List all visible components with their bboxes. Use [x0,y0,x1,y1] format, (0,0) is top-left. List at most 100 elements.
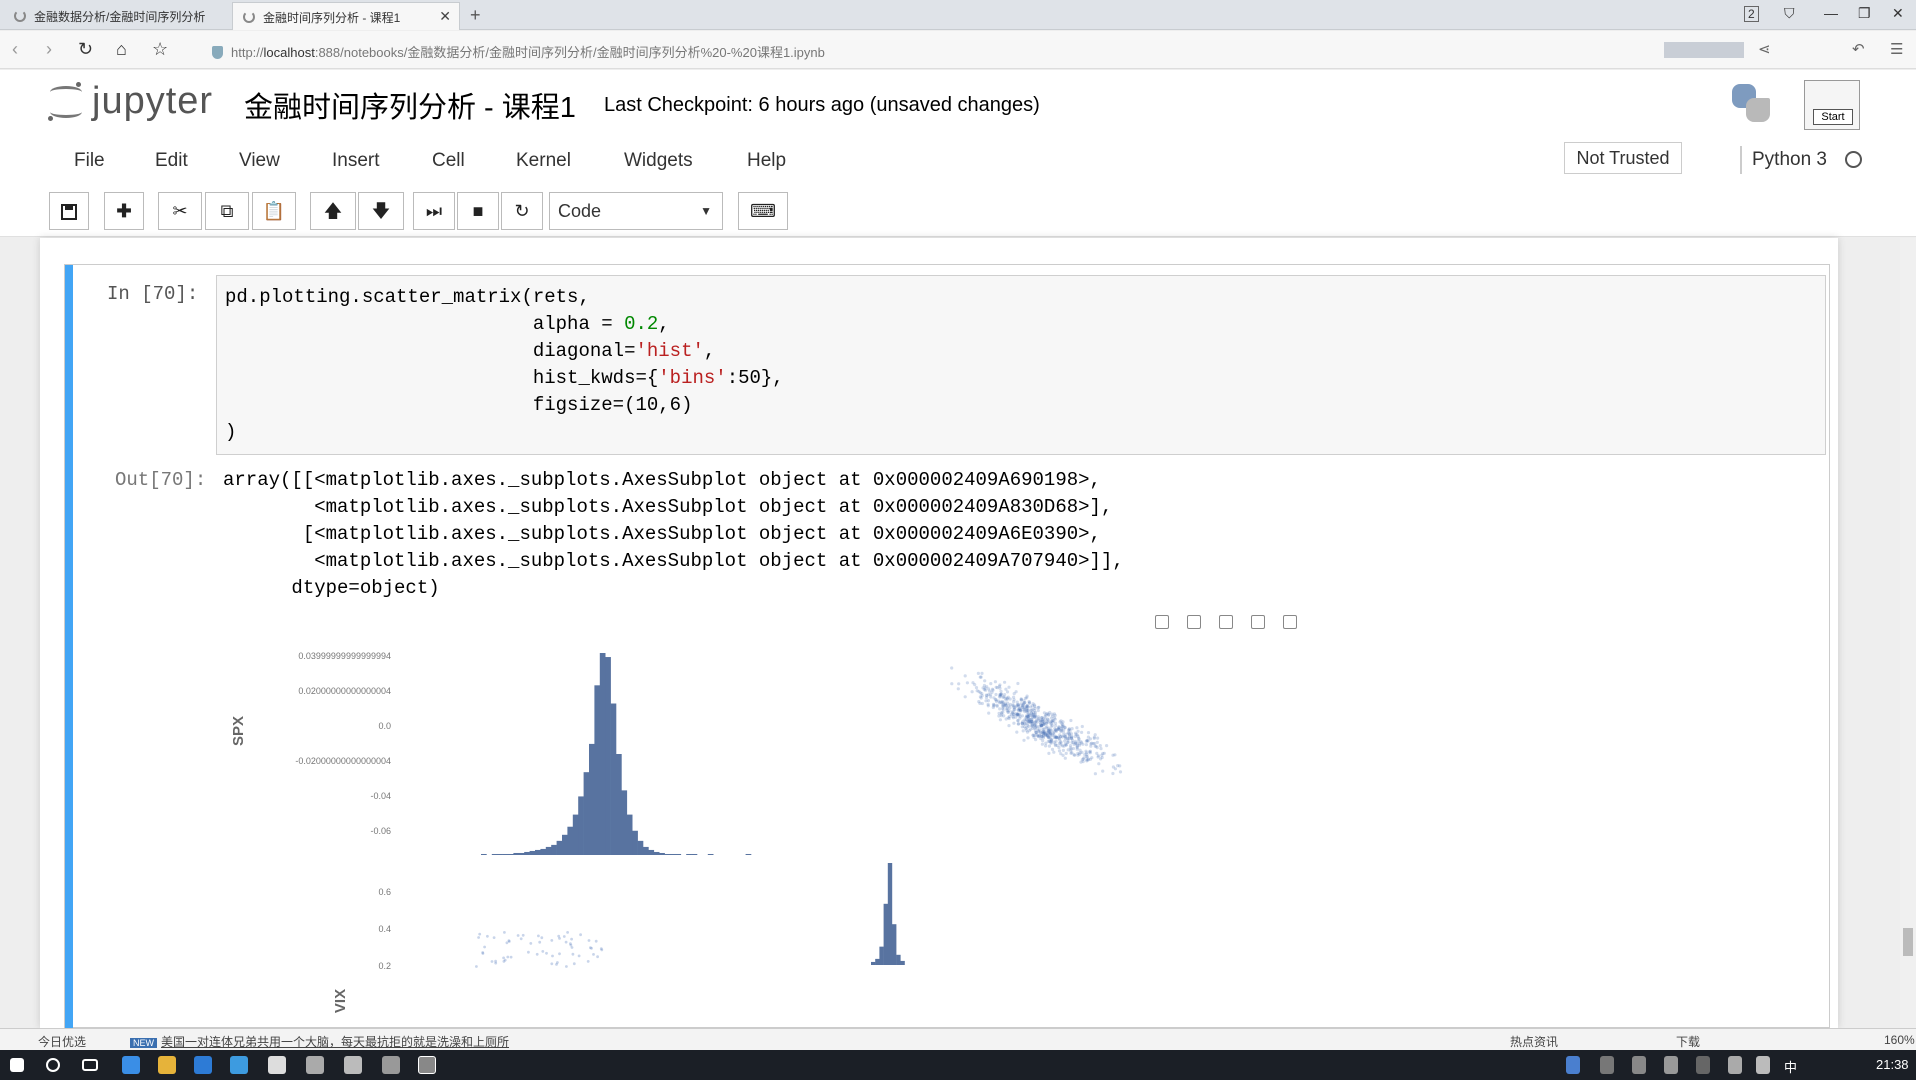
copy-icon[interactable] [1155,615,1169,629]
jupyter-brand[interactable]: jupyter [92,80,213,123]
new-tab-icon[interactable]: + [470,5,481,26]
menu-kernel[interactable]: Kernel [516,150,571,172]
menu-icon[interactable]: ☰ [1890,40,1903,58]
task-view-icon[interactable] [82,1059,98,1071]
back-icon[interactable]: ‹ [12,39,18,60]
menu-file[interactable]: File [74,150,105,172]
volume-icon[interactable] [1756,1056,1770,1074]
kernel-name[interactable]: Python 3 [1740,146,1827,174]
save-icon[interactable] [1219,615,1233,629]
cell-type-select[interactable]: Code ▼ [549,192,723,230]
download-link[interactable]: 下载 [1676,1033,1700,1050]
input-language[interactable]: 中 [1784,1057,1797,1076]
search-box[interactable] [1664,42,1744,58]
scatter-point [1026,736,1030,740]
scatter-point [1012,695,1016,699]
move-up-button[interactable]: 🡅 [310,192,356,230]
menu-widgets[interactable]: Widgets [624,150,693,172]
save-button[interactable] [49,192,89,230]
scatter-point [1050,747,1055,751]
undo-icon[interactable]: ↶ [1852,40,1865,58]
page-scrollbar[interactable] [1900,238,1916,1028]
url-field[interactable]: http://localhost:888/notebooks/金融数据分析/金融… [212,42,825,61]
cut-button[interactable]: ✂ [158,192,202,230]
gear-icon[interactable] [1283,615,1297,629]
scatter-point [1044,722,1048,726]
scatter-point [550,962,554,966]
explorer-app-icon[interactable] [158,1056,176,1074]
save-icon [61,204,77,221]
tab-count-badge[interactable]: 2 [1744,6,1759,22]
code-number: 0.2 [624,313,659,335]
clock[interactable]: 21:38 [1876,1057,1909,1072]
app-icon[interactable] [230,1056,248,1074]
today-picks[interactable]: 今日优选 [38,1033,86,1050]
command-palette-button[interactable]: ⌨ [738,192,788,230]
bottom-row-ticks: 0.6 0.4 0.2 [378,887,391,971]
close-tab-icon[interactable]: ✕ [439,8,451,25]
notebook-title[interactable]: 金融时间序列分析 - 课程1 [244,84,576,126]
code-editor[interactable]: pd.plotting.scatter_matrix(rets, alpha =… [216,275,1826,455]
shirt-icon[interactable]: ⛉ [1784,5,1795,22]
code-text[interactable]: pd.plotting.scatter_matrix(rets, alpha =… [225,284,784,446]
insert-cell-button[interactable]: ✚ [104,192,144,230]
tray-shield-icon[interactable] [1566,1056,1580,1074]
tray-icon[interactable] [1664,1056,1678,1074]
windows-start-icon[interactable] [10,1058,24,1072]
app-icon[interactable] [268,1056,286,1074]
jupyter-logo-icon[interactable] [46,82,86,122]
move-down-button[interactable]: 🡇 [358,192,404,230]
search-icon[interactable] [46,1058,60,1072]
expand-icon[interactable] [1187,615,1201,629]
tab-course-1[interactable]: 金融时间序列分析 - 课程1 ✕ [232,2,460,30]
scatter-point [998,686,1002,690]
scatter-point [519,937,523,941]
menu-insert[interactable]: Insert [332,150,380,172]
not-trusted-button[interactable]: Not Trusted [1564,142,1682,174]
app-icon[interactable] [344,1056,362,1074]
hot-news[interactable]: 热点资讯 [1510,1033,1558,1050]
app-icon[interactable] [382,1056,400,1074]
active-app-icon[interactable] [418,1056,436,1074]
restore-icon[interactable]: ❐ [1858,5,1871,22]
tray-icon[interactable] [1632,1056,1646,1074]
reload-icon[interactable]: ↻ [78,39,93,60]
zoom-level[interactable]: 160% [1884,1033,1915,1047]
tray-icon[interactable] [1696,1056,1710,1074]
paste-button[interactable]: 📋 [252,192,296,230]
home-icon[interactable]: ⌂ [116,39,127,60]
menu-view[interactable]: View [239,150,280,172]
minimize-icon[interactable]: — [1824,5,1838,21]
news-ticker[interactable]: NEW 美国一对连体兄弟共用一个大脑，每天最抗拒的就是洗澡和上厕所 [130,1033,509,1050]
scatter-point [1068,732,1072,736]
app-icon[interactable] [306,1056,324,1074]
menu-cell[interactable]: Cell [432,150,465,172]
notebook-area: In [70]: pd.plotting.scatter_matrix(rets… [0,238,1916,1029]
app-icon[interactable] [194,1056,212,1074]
export-icon[interactable] [1251,615,1265,629]
scatter-point [987,711,991,715]
browser-app-icon[interactable] [122,1056,140,1074]
share-icon[interactable]: ⋖ [1758,40,1771,58]
restart-button[interactable]: ↻ [501,192,543,230]
tray-icon[interactable] [1600,1056,1614,1074]
histogram-bar [632,830,638,855]
interrupt-button[interactable]: ■ [457,192,499,230]
run-button[interactable]: ⏭ [413,192,455,230]
scatter-point [486,934,489,938]
close-window-icon[interactable]: ✕ [1892,5,1904,22]
star-icon[interactable]: ☆ [152,39,168,60]
menu-help[interactable]: Help [747,150,786,172]
scatter-point [1030,723,1034,727]
start-button[interactable]: Start [1813,109,1853,125]
network-icon[interactable] [1728,1056,1742,1074]
histogram-bar [892,924,897,965]
scatter-point [506,955,510,959]
copy-button[interactable]: ⧉ [205,192,249,230]
scatter-point [1088,757,1092,761]
menu-edit[interactable]: Edit [155,150,188,172]
scrollbar-thumb[interactable] [1903,928,1913,956]
tab-financial-data[interactable]: 金融数据分析/金融时间序列分析 [4,2,232,30]
forward-icon[interactable]: › [46,39,52,60]
code-cell[interactable]: In [70]: pd.plotting.scatter_matrix(rets… [64,264,1830,1029]
